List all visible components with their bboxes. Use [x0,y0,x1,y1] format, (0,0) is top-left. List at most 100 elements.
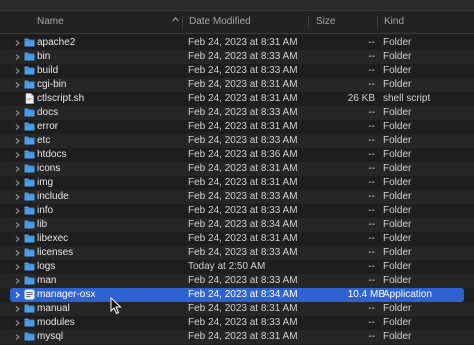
file-name: manager-osx [37,289,96,300]
folder-icon [24,108,35,117]
file-size: -- [368,121,375,132]
chevron-right-icon[interactable] [14,330,22,345]
file-kind: Folder [383,177,412,188]
date-modified: Feb 24, 2023 at 8:31 AM [188,79,298,90]
file-name: apache2 [37,37,76,48]
file-name: bin [37,51,51,62]
file-size: -- [368,135,375,146]
table-row[interactable]: img Feb 24, 2023 at 8:31 AM -- Folder [0,176,474,190]
table-row[interactable]: htdocs Feb 24, 2023 at 8:36 AM -- Folder [0,148,474,162]
table-row[interactable]: mysql Feb 24, 2023 at 8:31 AM -- Folder [0,330,474,344]
folder-icon [24,178,35,187]
column-header-kind[interactable]: Kind [384,16,404,27]
file-name: ctlscript.sh [37,93,85,104]
file-kind: Folder [383,107,412,118]
folder-icon [24,150,35,159]
folder-icon [24,262,35,271]
table-row[interactable]: ctlscript.sh Feb 24, 2023 at 8:31 AM 26 KB… [0,92,474,106]
table-row[interactable]: docs Feb 24, 2023 at 8:33 AM -- Folder [0,106,474,120]
file-kind: Folder [383,149,412,160]
folder-icon [24,318,35,327]
file-name: docs [37,107,59,118]
date-modified: Feb 24, 2023 at 8:31 AM [188,177,298,188]
table-row[interactable]: icons Feb 24, 2023 at 8:31 AM -- Folder [0,162,474,176]
column-divider[interactable] [377,15,378,29]
column-divider[interactable] [182,15,183,29]
file-size: -- [368,149,375,160]
file-size: -- [368,107,375,118]
file-name: cgi-bin [37,79,67,90]
file-size: 26 KB [347,93,375,104]
table-row[interactable]: lib Feb 24, 2023 at 8:34 AM -- Folder [0,218,474,232]
column-header-date[interactable]: Date Modified [189,16,251,27]
folder-icon [24,276,35,285]
file-kind: Folder [383,37,412,48]
folder-icon [24,248,35,257]
mouse-pointer-icon [110,297,122,315]
file-size: -- [368,233,375,244]
date-modified: Feb 24, 2023 at 8:31 AM [188,163,298,174]
folder-icon [24,206,35,215]
column-divider[interactable] [308,15,309,29]
date-modified: Feb 24, 2023 at 8:31 AM [188,303,298,314]
table-row[interactable]: manual Feb 24, 2023 at 8:31 AM -- Folder [0,302,474,316]
date-modified: Feb 24, 2023 at 8:33 AM [188,51,298,62]
table-row[interactable]: apache2 Feb 24, 2023 at 8:31 AM -- Folder [0,36,474,50]
file-kind: Folder [383,51,412,62]
file-kind: Folder [383,261,412,272]
table-row[interactable]: libexec Feb 24, 2023 at 8:31 AM -- Folder [0,232,474,246]
file-size: -- [368,331,375,342]
date-modified: Feb 24, 2023 at 8:33 AM [188,317,298,328]
file-list: apache2 Feb 24, 2023 at 8:31 AM -- Folder bi… [0,36,474,344]
table-row-selected[interactable]: manager-osx Feb 24, 2023 at 8:34 AM 10.4 M… [10,288,464,302]
date-modified: Feb 24, 2023 at 8:33 AM [188,275,298,286]
folder-icon [24,122,35,131]
file-name: info [37,205,54,216]
table-row[interactable]: etc Feb 24, 2023 at 8:33 AM -- Folder [0,134,474,148]
column-header-name[interactable]: Name [37,16,64,27]
column-header-size[interactable]: Size [316,16,335,27]
folder-icon [24,164,35,173]
folder-icon [24,192,35,201]
table-row[interactable]: licenses Feb 24, 2023 at 8:33 AM -- Folder [0,246,474,260]
file-kind: Folder [383,163,412,174]
table-row[interactable]: bin Feb 24, 2023 at 8:33 AM -- Folder [0,50,474,64]
date-modified: Feb 24, 2023 at 8:33 AM [188,107,298,118]
table-row[interactable]: error Feb 24, 2023 at 8:31 AM -- Folder [0,120,474,134]
sort-chevron-icon[interactable] [171,15,180,26]
file-name: error [37,121,59,132]
file-kind: Folder [383,247,412,258]
table-row[interactable]: build Feb 24, 2023 at 8:33 AM -- Folder [0,64,474,78]
date-modified: Feb 24, 2023 at 8:33 AM [188,65,298,76]
table-row[interactable]: modules Feb 24, 2023 at 8:33 AM -- Folder [0,316,474,330]
finder-window: Name Date Modified Size Kind apache2 Feb … [0,0,474,345]
file-size: 10.4 MB [347,289,385,300]
file-name: lib [37,219,48,230]
file-name: etc [37,135,51,146]
date-modified: Feb 24, 2023 at 8:31 AM [188,121,298,132]
file-name: htdocs [37,149,67,160]
table-row[interactable]: logs Today at 2:50 AM -- Folder [0,260,474,274]
file-name: modules [37,317,75,328]
table-row[interactable]: include Feb 24, 2023 at 8:33 AM -- Folder [0,190,474,204]
file-size: -- [368,37,375,48]
folder-icon [24,304,35,313]
file-name: img [37,177,54,188]
folder-icon [24,66,35,75]
file-size: -- [368,303,375,314]
file-kind: Folder [383,191,412,202]
file-kind: Application [383,289,432,300]
file-size: -- [368,317,375,328]
toolbar-strip [0,0,474,11]
file-size: -- [368,177,375,188]
file-name: man [37,275,57,286]
folder-icon [24,80,35,89]
column-header-bar: Name Date Modified Size Kind [0,11,474,34]
table-row[interactable]: info Feb 24, 2023 at 8:33 AM -- Folder [0,204,474,218]
table-row[interactable]: man Feb 24, 2023 at 8:33 AM -- Folder [0,274,474,288]
file-kind: Folder [383,219,412,230]
file-size: -- [368,275,375,286]
date-modified: Feb 24, 2023 at 8:33 AM [188,205,298,216]
table-row[interactable]: cgi-bin Feb 24, 2023 at 8:31 AM -- Folder [0,78,474,92]
file-name: manual [37,303,70,314]
